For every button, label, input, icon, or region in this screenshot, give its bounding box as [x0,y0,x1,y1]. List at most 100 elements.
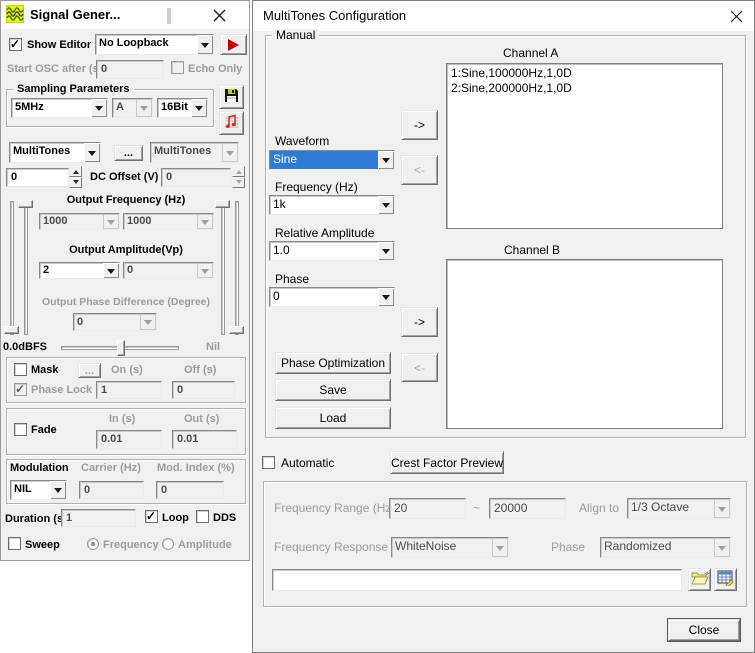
dds-checkbox[interactable] [196,510,209,523]
edit-table-button[interactable] [714,568,737,591]
add-to-channel-b-button[interactable]: -> [401,307,438,337]
automatic-checkbox[interactable] [262,456,275,469]
mask-off-label: Off (s) [184,364,216,377]
mask-config-button: ... [78,363,101,378]
mask-on-field: 1 [96,381,162,399]
chevron-down-icon[interactable] [103,263,119,278]
chevron-down-icon[interactable] [91,99,107,117]
sample-rate-select[interactable]: 5MHz [11,98,108,118]
level-slider-thumb-right-inner[interactable] [215,200,230,208]
sampling-parameters-label: Sampling Parameters [13,83,134,96]
relative-amplitude-select[interactable]: 1.0 [269,241,395,261]
level-slider-track-left-outer[interactable] [10,201,14,335]
chevron-down-icon[interactable] [378,151,394,169]
waveform-select[interactable]: Sine [269,150,395,170]
file-path-field[interactable] [272,569,682,591]
mask-checkbox[interactable] [14,363,27,376]
loop-checkbox[interactable] [145,510,158,523]
level-slider-thumb-left-outer[interactable] [4,326,19,334]
close-icon[interactable] [213,9,226,25]
list-item[interactable]: 1:Sine,100000Hz,1,0D [451,66,718,81]
automatic-label: Automatic [281,457,334,470]
sweep-checkbox[interactable] [8,537,21,550]
frequency-a-select: 1000 [39,213,120,230]
level-slider-thumb-right-outer[interactable] [229,326,244,334]
fade-label: Fade [31,424,57,437]
channel-b-listbox[interactable] [446,259,723,429]
sweep-label: Sweep [25,539,60,552]
spin-down-icon[interactable] [69,177,82,188]
carrier-field: 0 [79,481,144,499]
chevron-down-icon [136,99,152,117]
signal-generator-window: Signal Gener... Show Editor No Loopback … [0,0,250,561]
chevron-down-icon[interactable] [50,481,66,499]
chevron-down-icon [197,263,213,278]
range-separator: ~ [473,502,480,515]
open-file-button[interactable] [688,568,711,591]
wave-type-b-select: MultiTones [150,142,239,163]
wave-type-a-select[interactable]: MultiTones [9,142,101,163]
dc-offset-a-field[interactable]: 0 [6,168,69,187]
dc-offset-label: DC Offset (V) [90,171,158,184]
chevron-down-icon [222,143,238,162]
chevron-down-icon [714,499,730,518]
chevron-down-icon[interactable] [378,196,394,214]
spin-up-icon [232,166,245,177]
chevron-down-icon[interactable] [378,242,394,260]
wave-config-button[interactable]: ... [114,145,143,161]
phase-label: Phase [275,273,309,286]
channel-select: A [112,98,153,118]
dbfs-label: 0.0dBFS [3,341,47,354]
phase-difference-select: 0 [73,313,157,331]
duration-field: 1 [61,509,136,527]
remove-from-channel-b-button: <- [401,353,438,382]
crest-factor-preview-button[interactable]: Crest Factor Preview [390,451,504,474]
sweep-frequency-radio [87,538,99,550]
range-from-field: 20 [389,498,466,519]
frequency-select[interactable]: 1k [269,195,395,215]
frequency-b-select: 1000 [123,213,214,230]
list-item[interactable]: 2:Sine,200000Hz,1,0D [451,81,718,96]
mod-index-label: Mod. Index (%) [157,462,235,475]
dc-offset-a-stepper[interactable] [69,166,82,188]
show-editor-checkbox[interactable] [9,38,22,51]
dbfs-slider-thumb[interactable] [117,340,125,356]
phase-optimization-button[interactable]: Phase Optimization [275,352,391,374]
level-slider-track-left-inner[interactable] [24,201,28,335]
save-button[interactable]: Save [275,379,391,401]
load-button[interactable]: Load [275,407,391,429]
chevron-down-icon[interactable] [191,99,207,117]
chevron-down-icon[interactable] [84,143,100,162]
chevron-down-icon [197,214,213,229]
window-title: Signal Gener... [30,8,120,21]
amplitude-b-select: 0 [123,262,214,279]
amplitude-a-select[interactable]: 2 [39,262,120,279]
chevron-down-icon [140,314,156,330]
loopback-select[interactable]: No Loopback [95,34,214,55]
level-slider-track-right-outer[interactable] [235,201,239,335]
channel-a-listbox[interactable]: 1:Sine,100000Hz,1,0D 2:Sine,200000Hz,1,0… [446,63,723,229]
level-slider-thumb-left-inner[interactable] [18,200,33,208]
sweep-frequency-label: Frequency [103,539,159,552]
level-slider-track-right-inner[interactable] [221,201,225,335]
play-icon [228,39,245,51]
mask-off-field: 0 [172,381,235,399]
loop-label: Loop [162,512,189,525]
start-button[interactable] [220,34,247,55]
bit-depth-select[interactable]: 16Bit [157,98,208,118]
chevron-down-icon[interactable] [378,288,394,306]
phase-select[interactable]: 0 [269,287,395,307]
tone-editor-button[interactable] [219,111,244,135]
add-to-channel-a-button[interactable]: -> [401,110,438,140]
maximize-icon [167,10,171,22]
chevron-down-icon[interactable] [197,35,213,54]
save-signal-button[interactable] [219,85,244,109]
modulation-select[interactable]: NIL [10,480,67,500]
fade-checkbox[interactable] [14,423,27,436]
close-button[interactable]: Close [668,619,740,641]
manual-group-label: Manual [272,29,319,42]
phase-lock-label: Phase Lock [31,384,92,397]
close-icon[interactable] [730,10,743,26]
spin-up-icon[interactable] [69,166,82,177]
music-note-icon [224,114,240,133]
